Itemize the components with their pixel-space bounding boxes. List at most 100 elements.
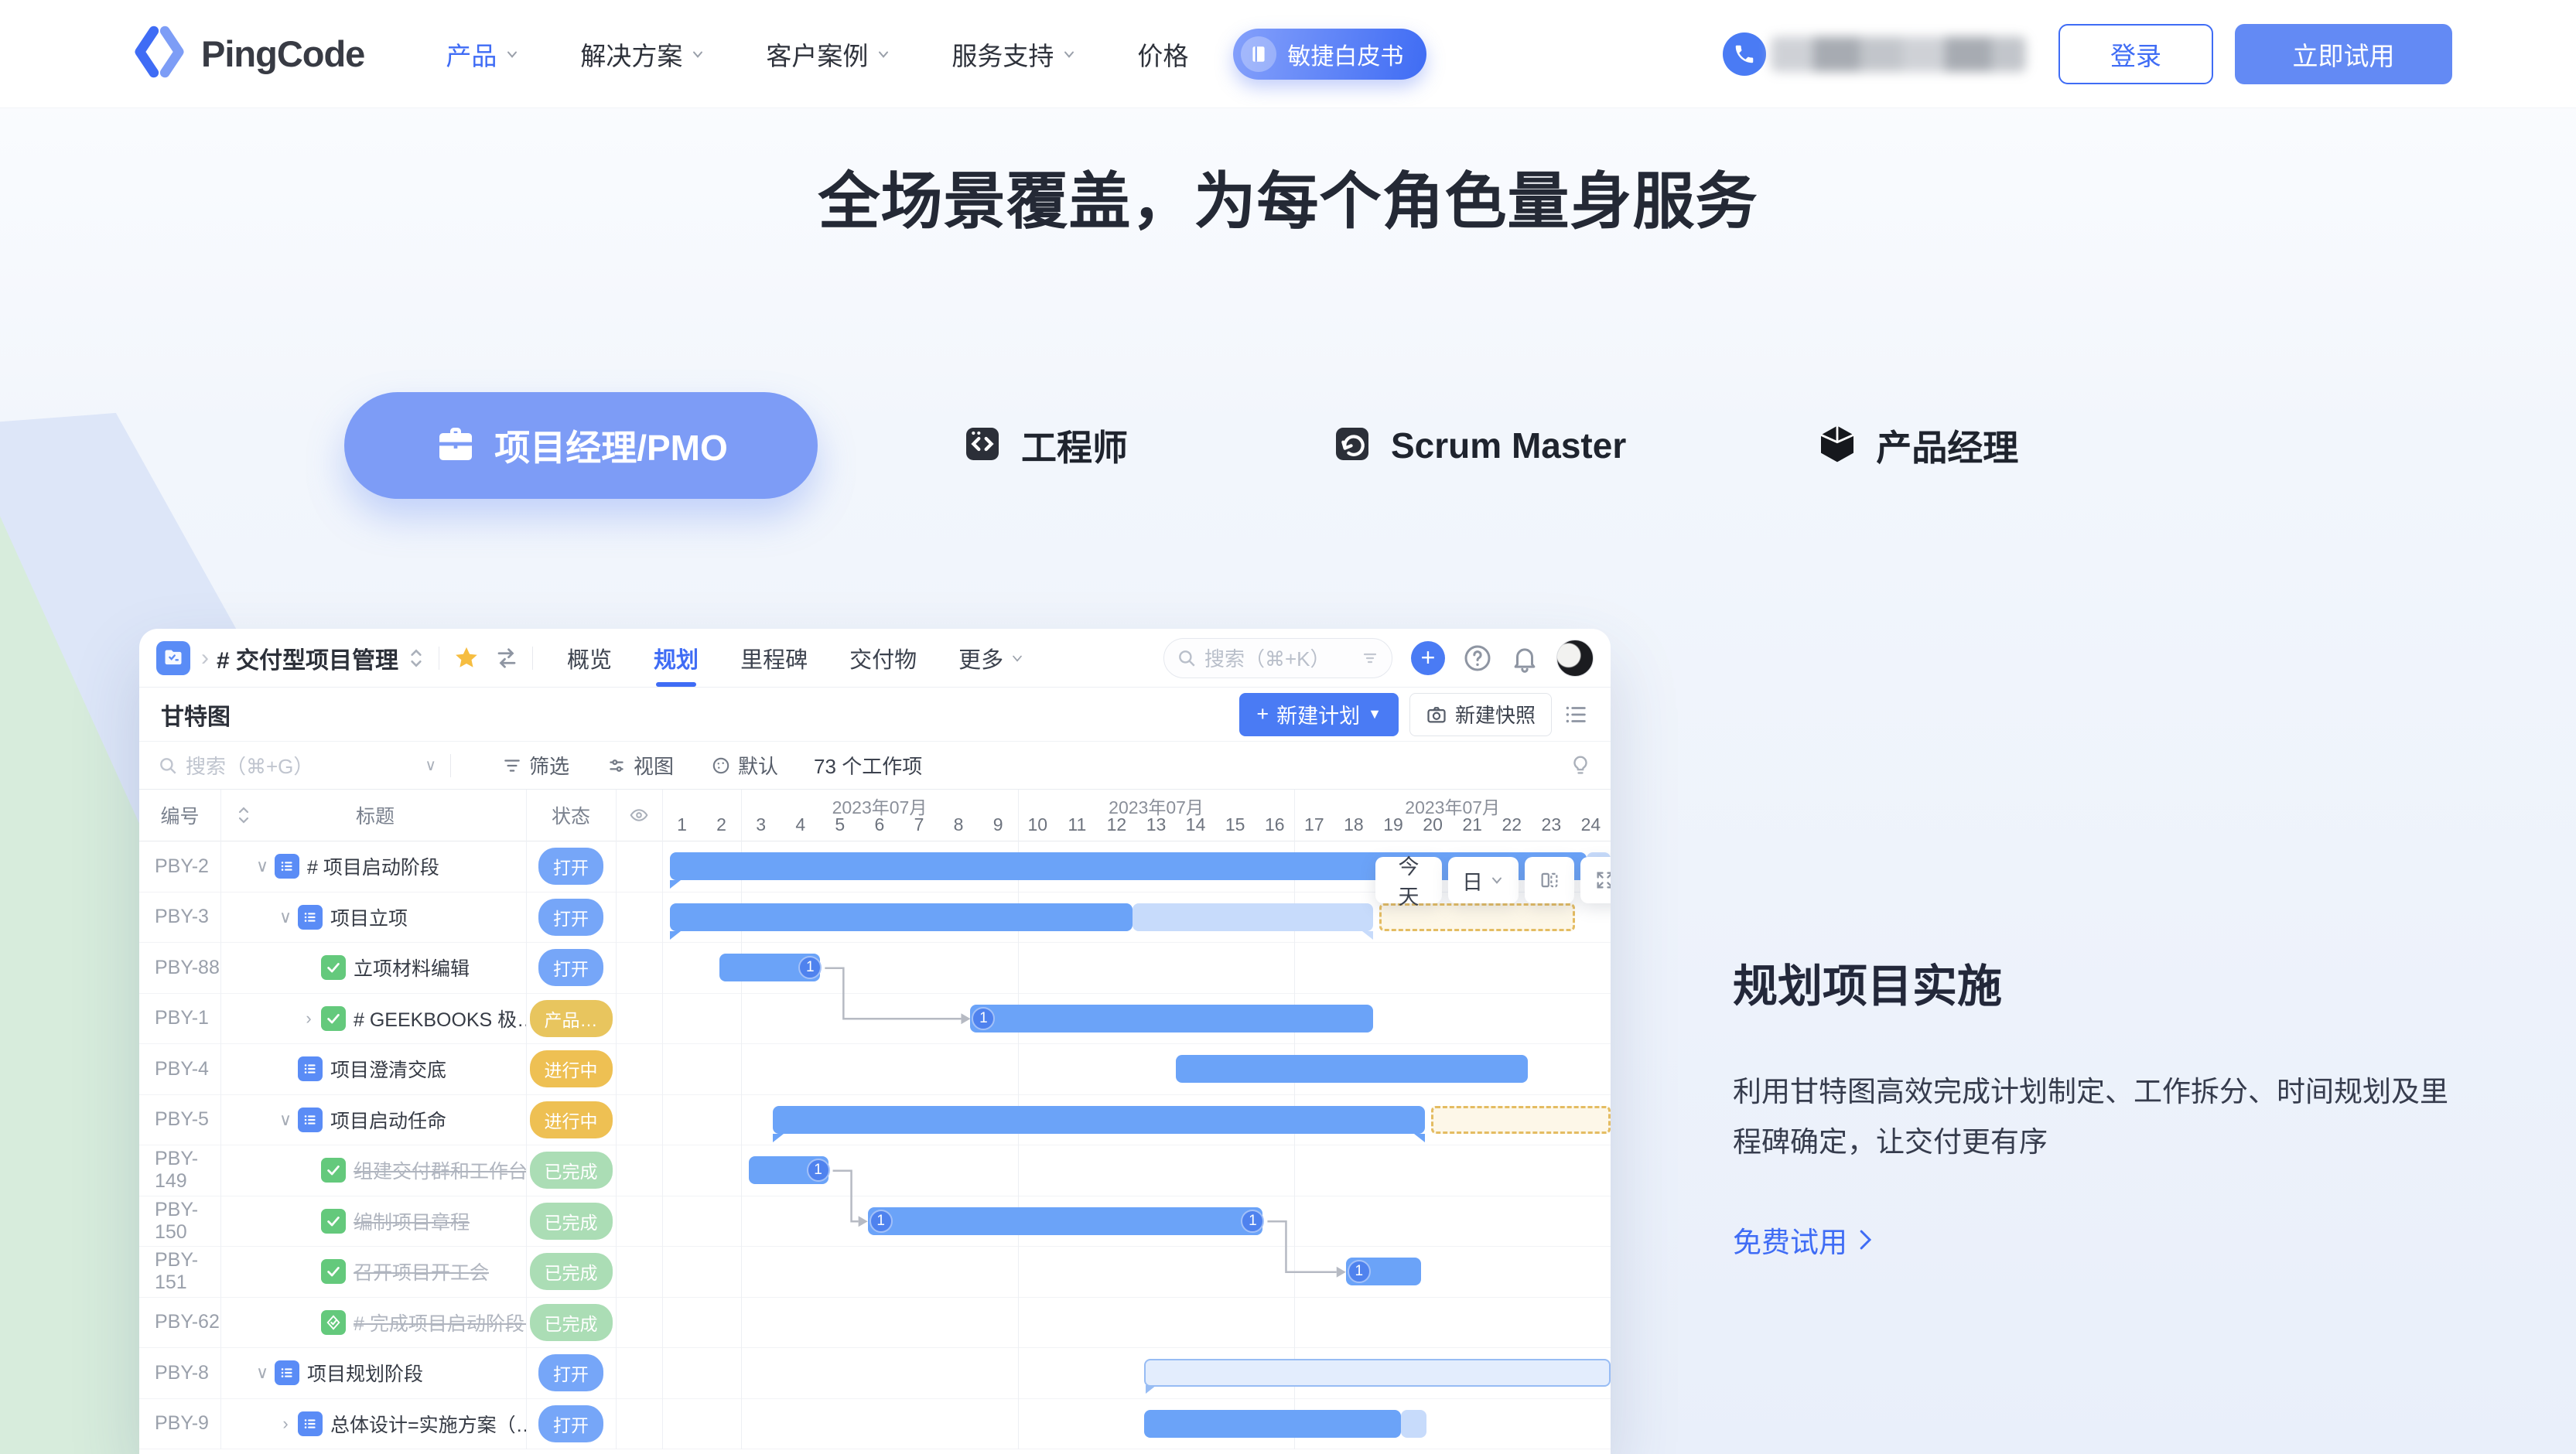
app-tab[interactable]: 规划 <box>654 629 699 687</box>
sort-icon[interactable] <box>220 790 267 841</box>
gantt-bar-segment[interactable] <box>1401 1410 1426 1438</box>
whitepaper-badge[interactable]: 敏捷白皮书 <box>1233 29 1426 80</box>
gantt-bar-segment[interactable] <box>1133 903 1374 931</box>
row-title[interactable]: # 项目启动阶段 <box>307 852 439 880</box>
status-badge[interactable]: 已完成 <box>530 1304 613 1341</box>
project-switcher-icon[interactable] <box>408 647 425 670</box>
nav-item[interactable]: 客户案例 <box>766 36 891 73</box>
today-button[interactable]: 今天 <box>1375 857 1442 903</box>
expander-down-icon[interactable]: ∨ <box>251 1363 273 1383</box>
gantt-bar-segment[interactable] <box>670 903 1133 931</box>
project-folder-icon[interactable] <box>156 641 190 675</box>
dependency-count-badge[interactable]: 1 <box>972 1007 995 1030</box>
table-row[interactable]: PBY-150编制项目章程已完成11 <box>139 1196 1611 1248</box>
create-button[interactable]: + <box>1411 641 1445 675</box>
nav-item[interactable]: 解决方案 <box>580 36 705 73</box>
status-badge[interactable]: 产品… <box>530 1000 613 1037</box>
expander-right-icon[interactable]: › <box>275 1414 296 1434</box>
row-title[interactable]: # GEEKBOOKS 极… <box>354 1005 526 1032</box>
expander-down-icon[interactable]: ∨ <box>251 856 273 876</box>
swap-icon[interactable] <box>495 647 518 670</box>
role-tab[interactable]: 工程师 <box>961 420 1128 471</box>
gantt-bar-segment[interactable] <box>773 1106 1425 1134</box>
filter-button[interactable]: 筛选 <box>502 751 569 780</box>
status-badge[interactable]: 打开 <box>538 1405 603 1442</box>
dependency-count-badge[interactable]: 1 <box>1348 1260 1371 1283</box>
eye-icon[interactable] <box>616 790 662 841</box>
row-title[interactable]: 项目澄清交底 <box>330 1055 446 1083</box>
row-title[interactable]: 总体设计=实施方案（… <box>330 1410 526 1438</box>
expander-right-icon[interactable]: › <box>298 1009 319 1029</box>
default-view-button[interactable]: 默认 <box>711 751 778 780</box>
gantt-bar-segment[interactable] <box>970 1005 1373 1032</box>
global-search-input[interactable]: 搜索（⌘+K） <box>1163 638 1392 678</box>
app-tab[interactable]: 概览 <box>567 629 612 687</box>
app-tab[interactable]: 里程碑 <box>740 629 808 687</box>
gantt-bar-segment[interactable] <box>1144 1410 1401 1438</box>
app-tab[interactable]: 更多 <box>958 629 1025 687</box>
login-button[interactable]: 登录 <box>2058 24 2213 84</box>
status-badge[interactable]: 已完成 <box>530 1203 613 1240</box>
notifications-bell-icon[interactable] <box>1510 643 1539 673</box>
table-row[interactable]: PBY-4项目澄清交底进行中 <box>139 1044 1611 1095</box>
table-row[interactable]: PBY-62# 完成项目启动阶段…已完成 <box>139 1298 1611 1349</box>
row-title[interactable]: 编制项目章程 <box>354 1207 470 1235</box>
app-tab[interactable]: 交付物 <box>849 629 917 687</box>
nav-item[interactable]: 价格 <box>1137 36 1188 73</box>
table-row[interactable]: PBY-151召开项目开工会已完成1 <box>139 1247 1611 1298</box>
user-avatar[interactable] <box>1556 640 1594 677</box>
dependency-count-badge[interactable]: 1 <box>1241 1210 1264 1233</box>
status-badge[interactable]: 打开 <box>538 949 603 986</box>
table-row[interactable]: PBY-8∨项目规划阶段打开 <box>139 1348 1611 1399</box>
gantt-bar-segment[interactable] <box>1431 1106 1611 1134</box>
row-title[interactable]: 组建交付群和工作台 <box>354 1156 526 1184</box>
column-header-status[interactable]: 状态 <box>526 790 616 841</box>
table-row[interactable]: PBY-88立项材料编辑打开1 <box>139 943 1611 994</box>
table-row[interactable]: PBY-9›总体设计=实施方案（…打开 <box>139 1399 1611 1450</box>
row-title[interactable]: 立项材料编辑 <box>354 954 470 981</box>
status-badge[interactable]: 进行中 <box>530 1101 613 1138</box>
status-badge[interactable]: 打开 <box>538 899 603 936</box>
role-tab[interactable]: 项目经理/PMO <box>344 392 818 499</box>
pingcode-logo[interactable]: PingCode <box>132 24 364 84</box>
nav-item[interactable]: 产品 <box>446 36 520 73</box>
gantt-bar-segment[interactable] <box>868 1207 1263 1235</box>
status-badge[interactable]: 已完成 <box>530 1253 613 1290</box>
role-tab[interactable]: Scrum Master <box>1331 422 1626 469</box>
view-button[interactable]: 视图 <box>606 751 674 780</box>
dependency-count-badge[interactable]: 1 <box>869 1210 893 1233</box>
table-row[interactable]: PBY-149组建交付群和工作台已完成1 <box>139 1145 1611 1196</box>
expander-down-icon[interactable]: ∨ <box>275 1110 296 1130</box>
row-title[interactable]: 项目立项 <box>330 903 408 931</box>
row-title[interactable]: 召开项目开工会 <box>354 1258 489 1285</box>
view-list-icon[interactable] <box>1563 701 1589 728</box>
fullscreen-icon[interactable] <box>1580 857 1611 903</box>
row-title[interactable]: # 完成项目启动阶段… <box>354 1309 526 1336</box>
status-badge[interactable]: 打开 <box>538 848 603 885</box>
new-snapshot-button[interactable]: 新建快照 <box>1409 693 1552 736</box>
breadcrumb-project-title[interactable]: # 交付型项目管理 <box>217 641 398 675</box>
free-trial-link[interactable]: 免费试用 <box>1733 1219 1875 1261</box>
try-now-button[interactable]: 立即试用 <box>2235 24 2452 84</box>
new-plan-button[interactable]: + 新建计划 ▼ <box>1239 693 1399 736</box>
status-badge[interactable]: 打开 <box>538 1354 603 1391</box>
column-header-title[interactable]: 标题 <box>267 790 483 841</box>
column-header-id[interactable]: 编号 <box>139 790 220 841</box>
toggle-columns-icon[interactable] <box>1525 857 1574 903</box>
gantt-search-input[interactable]: 搜索（⌘+G） ∨ <box>158 751 436 780</box>
table-row[interactable]: PBY-1›# GEEKBOOKS 极…产品…1 <box>139 994 1611 1045</box>
row-title[interactable]: 项目规划阶段 <box>307 1359 423 1387</box>
nav-item[interactable]: 服务支持 <box>951 36 1077 73</box>
expander-down-icon[interactable]: ∨ <box>275 907 296 927</box>
gantt-bar-segment[interactable] <box>1176 1055 1528 1083</box>
tip-bulb-icon[interactable] <box>1569 754 1592 777</box>
dependency-count-badge[interactable]: 1 <box>807 1159 830 1182</box>
table-row[interactable]: PBY-5∨项目启动任命进行中 <box>139 1095 1611 1146</box>
row-title[interactable]: 项目启动任命 <box>330 1106 446 1134</box>
status-badge[interactable]: 进行中 <box>530 1050 613 1087</box>
role-tab[interactable]: 产品经理 <box>1816 420 2018 471</box>
time-scale-select[interactable]: 日 <box>1448 857 1519 903</box>
gantt-bar-segment[interactable] <box>1144 1359 1611 1387</box>
favorite-star-icon[interactable] <box>453 645 480 671</box>
status-badge[interactable]: 已完成 <box>530 1152 613 1189</box>
